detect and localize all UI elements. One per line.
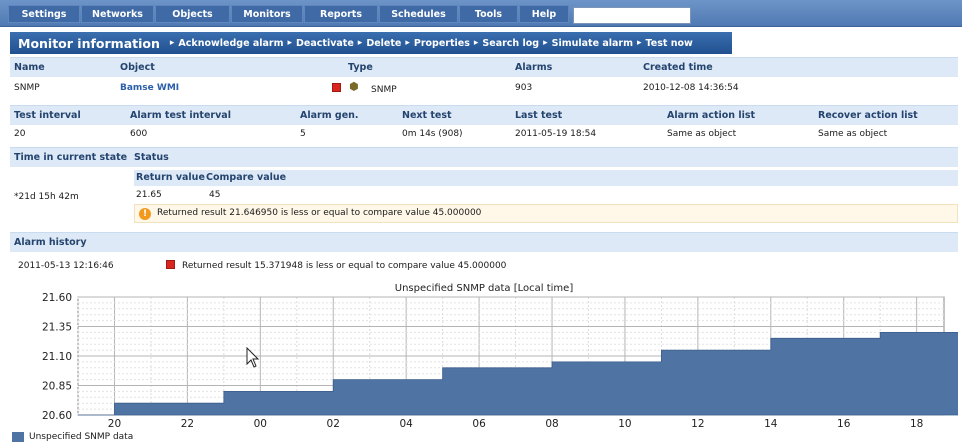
menu-help[interactable]: Help (519, 5, 569, 23)
last-test-value: 2011-05-19 18:54 (515, 129, 597, 139)
return-value-header: Return value (136, 172, 205, 183)
x-tick-label: 14 (764, 418, 778, 430)
state-header-row: Time in current state Status (10, 147, 958, 167)
alarm-test-interval-value: 600 (130, 129, 148, 139)
return-value: 21.65 (136, 190, 162, 200)
arrow-icon: ▸ (287, 38, 293, 48)
snmp-cube-icon: ⬢ (349, 80, 359, 93)
status-message: Returned result 21.646950 is less or equ… (157, 208, 482, 218)
x-tick-label: 04 (399, 418, 413, 430)
info-header-row: Name Object Type Alarms Created time (10, 57, 958, 77)
status-table: Return value Compare value 21.65 45 ! Re… (134, 170, 958, 226)
warning-icon: ! (139, 208, 151, 220)
simulate-alarm-link[interactable]: Simulate alarm (552, 38, 633, 49)
alarm-history-time: 2011-05-13 12:16:46 (18, 261, 114, 271)
alarm-history-message: Returned result 15.371948 is less or equ… (182, 261, 507, 271)
alarm-action-header: Alarm action list (667, 110, 756, 121)
compare-value: 45 (209, 190, 221, 200)
alarm-status-icon (332, 83, 341, 92)
arrow-icon: ▸ (357, 38, 363, 48)
last-test-header: Last test (515, 110, 563, 121)
object-link[interactable]: Bamse WMI (120, 83, 179, 93)
alarm-test-interval-header: Alarm test interval (130, 110, 231, 121)
info-value-row: SNMP Bamse WMI ⬢ SNMP 903 2010-12-08 14:… (10, 79, 958, 99)
legend-label: Unspecified SNMP data (29, 432, 134, 442)
status-header: Status (134, 152, 169, 163)
title-bar: Monitor information ▸ Acknowledge alarm … (10, 32, 732, 54)
search-input[interactable] (573, 7, 691, 24)
status-message-row: ! Returned result 21.646950 is less or e… (134, 204, 958, 223)
test-now-link[interactable]: Test now (646, 38, 693, 49)
alarms-value: 903 (515, 83, 533, 93)
x-tick-label: 12 (691, 418, 704, 430)
arrow-icon: ▸ (543, 38, 548, 48)
alarm-gen-value: 5 (300, 129, 306, 139)
arrow-icon: ▸ (637, 38, 642, 48)
x-tick-label: 00 (254, 418, 267, 430)
y-tick-label: 20.60 (42, 410, 72, 422)
type-value: SNMP (371, 85, 397, 95)
menu-monitors[interactable]: Monitors (231, 5, 303, 23)
top-menu-bar: Settings Networks Objects Monitors Repor… (0, 0, 962, 27)
alarm-history-header-row: Alarm history (10, 232, 958, 252)
status-table-header: Return value Compare value (134, 170, 958, 186)
object-header: Object (120, 62, 155, 73)
x-tick-label: 10 (618, 418, 631, 430)
name-header: Name (14, 62, 45, 73)
test-value-row: 20 600 5 0m 14s (908) 2011-05-19 18:54 S… (10, 125, 958, 145)
recover-action-value: Same as object (818, 129, 888, 139)
chart-legend: Unspecified SNMP data (12, 432, 133, 442)
x-tick-label: 22 (181, 418, 194, 430)
deactivate-link[interactable]: Deactivate (296, 38, 354, 49)
test-interval-header: Test interval (14, 110, 81, 121)
x-tick-label: 20 (108, 418, 121, 430)
y-tick-label: 21.35 (42, 322, 72, 334)
y-tick-label: 21.10 (42, 351, 72, 363)
arrow-icon: ▸ (473, 38, 479, 48)
type-header: Type (348, 62, 373, 73)
properties-link[interactable]: Properties (414, 38, 470, 49)
name-value: SNMP (14, 83, 40, 93)
compare-value-header: Compare value (206, 172, 287, 183)
created-value: 2010-12-08 14:36:54 (643, 83, 739, 93)
chart-title: Unspecified SNMP data [Local time] (394, 283, 574, 294)
test-header-row: Test interval Alarm test interval Alarm … (10, 105, 958, 125)
menu-objects[interactable]: Objects (155, 5, 230, 23)
menu-schedules[interactable]: Schedules (379, 5, 458, 23)
y-tick-label: 20.85 (42, 381, 72, 393)
created-header: Created time (643, 62, 713, 73)
acknowledge-alarm-link[interactable]: Acknowledge alarm (178, 38, 283, 49)
x-tick-label: 02 (327, 418, 340, 430)
search-log-link[interactable]: Search log (482, 38, 539, 49)
alarm-icon (166, 260, 175, 269)
arrow-icon: ▸ (169, 38, 175, 48)
next-test-value: 0m 14s (908) (402, 129, 463, 139)
alarms-header: Alarms (515, 62, 553, 73)
menu-reports[interactable]: Reports (304, 5, 378, 23)
legend-swatch (12, 432, 24, 442)
alarm-gen-header: Alarm gen. (300, 110, 359, 121)
next-test-header: Next test (402, 110, 452, 121)
menu-networks[interactable]: Networks (81, 5, 154, 23)
time-in-state-header: Time in current state (14, 152, 128, 163)
x-tick-label: 18 (910, 418, 923, 430)
recover-action-header: Recover action list (818, 110, 918, 121)
mouse-cursor-icon (246, 347, 260, 368)
x-tick-label: 08 (545, 418, 558, 430)
test-interval-value: 20 (14, 129, 26, 139)
menu-tools[interactable]: Tools (459, 5, 518, 23)
x-tick-label: 06 (472, 418, 486, 430)
alarm-action-value: Same as object (667, 129, 737, 139)
alarm-history-header: Alarm history (14, 237, 87, 248)
alarm-history-row: 2011-05-13 12:16:46 Returned result 15.3… (10, 257, 958, 277)
menu-settings[interactable]: Settings (8, 5, 80, 23)
time-in-state-value: *21d 15h 42m (14, 192, 79, 202)
page-title: Monitor information (18, 35, 160, 51)
x-tick-label: 16 (837, 418, 851, 430)
chart-svg: 21.6021.3521.1020.8520.6020 22 00 02 04 06 08 1… (42, 292, 962, 430)
delete-link[interactable]: Delete (366, 38, 401, 49)
arrow-icon: ▸ (405, 38, 410, 48)
chart-area: Unspecified SNMP data [Local time] 21.60… (10, 283, 962, 433)
